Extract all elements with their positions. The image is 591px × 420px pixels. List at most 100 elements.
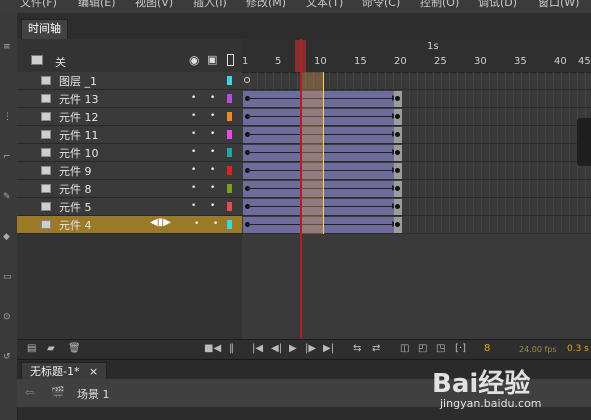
lock-dot[interactable]: •: [210, 111, 215, 121]
loop-icon[interactable]: ⇆: [353, 343, 361, 354]
layer-row[interactable]: 元件 8 • •: [17, 180, 242, 198]
layer-color-swatch[interactable]: [227, 166, 232, 175]
center-frame-icon[interactable]: ⇄: [372, 343, 380, 354]
play-icon[interactable]: ▶: [289, 343, 297, 354]
menu-commands[interactable]: 命令(C): [362, 0, 400, 10]
layer-color-swatch[interactable]: [227, 184, 232, 193]
goto-last-icon[interactable]: ▶|: [323, 343, 334, 354]
step-back-icon[interactable]: ◀|: [271, 343, 282, 354]
end-keyframe[interactable]: [394, 127, 402, 143]
elapsed-time[interactable]: 0.3 s: [567, 344, 589, 354]
lock-dot[interactable]: •: [210, 183, 215, 193]
lock-dot[interactable]: •: [210, 201, 215, 211]
edit-multiple-icon[interactable]: ◳: [436, 343, 445, 354]
back-arrow-icon[interactable]: ⇦: [25, 386, 34, 399]
end-keyframe[interactable]: [394, 181, 402, 197]
layer-row[interactable]: 图层 _1: [17, 72, 242, 90]
tool-icon[interactable]: ⌐: [3, 153, 13, 162]
layer-row[interactable]: 元件 9 • •: [17, 162, 242, 180]
layer-color-swatch[interactable]: [227, 130, 232, 139]
layer-color-swatch[interactable]: [227, 202, 232, 211]
layer-row[interactable]: 元件 13 • •: [17, 90, 242, 108]
visibility-dot[interactable]: •: [191, 129, 196, 139]
menu-debug[interactable]: 调试(D): [478, 0, 517, 10]
tool-icon[interactable]: ▭: [3, 273, 13, 282]
visibility-dot[interactable]: •: [191, 111, 196, 121]
layers-icon[interactable]: [31, 55, 43, 65]
menu-insert[interactable]: 插入(I): [193, 0, 227, 10]
lock-icon[interactable]: ▣: [207, 53, 217, 66]
layer-row-selected[interactable]: 元件 4 ◀▮▶ • •: [17, 216, 242, 234]
end-keyframe[interactable]: [394, 199, 402, 215]
new-layer-icon[interactable]: ▤: [27, 343, 36, 354]
layer-color-swatch[interactable]: [227, 112, 232, 121]
frame-row[interactable]: [242, 216, 591, 234]
tool-icon[interactable]: ≡: [3, 43, 13, 52]
menu-view[interactable]: 视图(V): [135, 0, 173, 10]
frame-rate[interactable]: 24.00 fps: [519, 345, 557, 354]
tool-icon[interactable]: ◆: [3, 233, 13, 242]
menu-control[interactable]: 控制(O): [420, 0, 459, 10]
end-keyframe[interactable]: [394, 145, 402, 161]
onion-skin-icon[interactable]: ◫: [400, 343, 409, 354]
tool-icon[interactable]: ↺: [3, 353, 13, 362]
menu-window[interactable]: 窗口(W): [538, 0, 579, 10]
lock-dot[interactable]: •: [210, 147, 215, 157]
visibility-dot[interactable]: •: [191, 201, 196, 211]
layer-row[interactable]: 元件 12 • •: [17, 108, 242, 126]
frame-row[interactable]: [242, 90, 591, 108]
frame-row[interactable]: [242, 126, 591, 144]
frame-row[interactable]: [242, 108, 591, 126]
end-keyframe[interactable]: [394, 217, 402, 233]
tool-icon[interactable]: ⊙: [3, 313, 13, 322]
close-icon[interactable]: ×: [89, 365, 98, 378]
menu-edit[interactable]: 编辑(E): [78, 0, 116, 10]
layer-color-swatch[interactable]: [227, 148, 232, 157]
onion-outline-icon[interactable]: ◰: [418, 343, 427, 354]
end-keyframe[interactable]: [394, 91, 402, 107]
menu-text[interactable]: 文本(T): [306, 0, 343, 10]
tool-icon[interactable]: ⋮: [3, 113, 13, 122]
layer-color-swatch[interactable]: [227, 94, 232, 103]
tool-icon[interactable]: ✎: [3, 193, 13, 202]
frame-nav-icon[interactable]: ◀▮▶: [150, 217, 171, 228]
frame-row[interactable]: [242, 198, 591, 216]
layer-header: 关 ◉ ▣: [17, 52, 242, 72]
visibility-dot[interactable]: •: [191, 147, 196, 157]
lock-dot[interactable]: •: [213, 219, 218, 229]
onion-markers-icon[interactable]: [·]: [455, 343, 466, 354]
visibility-dot[interactable]: •: [191, 183, 196, 193]
step-forward-icon[interactable]: |▶: [305, 343, 316, 354]
layer-row[interactable]: 元件 10 • •: [17, 144, 242, 162]
layer-color-swatch[interactable]: [227, 220, 232, 229]
frame-row[interactable]: [242, 180, 591, 198]
eye-icon[interactable]: ◉: [189, 53, 199, 67]
tab-timeline[interactable]: 时间轴: [21, 19, 68, 40]
frames-panel[interactable]: 1s 1 5 10 15 20 25 30 35 40 45: [242, 39, 591, 339]
camera-icon[interactable]: ■◀: [204, 343, 221, 354]
visibility-dot[interactable]: •: [191, 165, 196, 175]
lock-dot[interactable]: •: [210, 93, 215, 103]
goto-first-icon[interactable]: |◀: [252, 343, 263, 354]
scene-label[interactable]: 场景 1: [77, 386, 110, 402]
lock-dot[interactable]: •: [210, 129, 215, 139]
menu-modify[interactable]: 修改(M): [246, 0, 286, 10]
visibility-dot[interactable]: •: [191, 93, 196, 103]
layer-color-swatch[interactable]: [227, 76, 232, 85]
delete-layer-icon[interactable]: 🗑: [68, 343, 81, 354]
current-frame[interactable]: 8: [484, 343, 490, 354]
frame-row[interactable]: [242, 144, 591, 162]
layer-row[interactable]: 元件 11 • •: [17, 126, 242, 144]
visibility-dot[interactable]: •: [194, 219, 199, 229]
menu-file[interactable]: 文件(F): [20, 0, 57, 10]
collapsed-panel-tab[interactable]: [577, 118, 591, 166]
frame-row[interactable]: [242, 162, 591, 180]
layer-row[interactable]: 元件 5 • •: [17, 198, 242, 216]
lock-dot[interactable]: •: [210, 165, 215, 175]
frame-row[interactable]: [242, 72, 591, 90]
end-keyframe[interactable]: [394, 163, 402, 179]
new-folder-icon[interactable]: ▰: [47, 343, 55, 354]
outline-icon[interactable]: [227, 54, 234, 66]
playhead[interactable]: [300, 39, 302, 339]
end-keyframe[interactable]: [394, 109, 402, 125]
